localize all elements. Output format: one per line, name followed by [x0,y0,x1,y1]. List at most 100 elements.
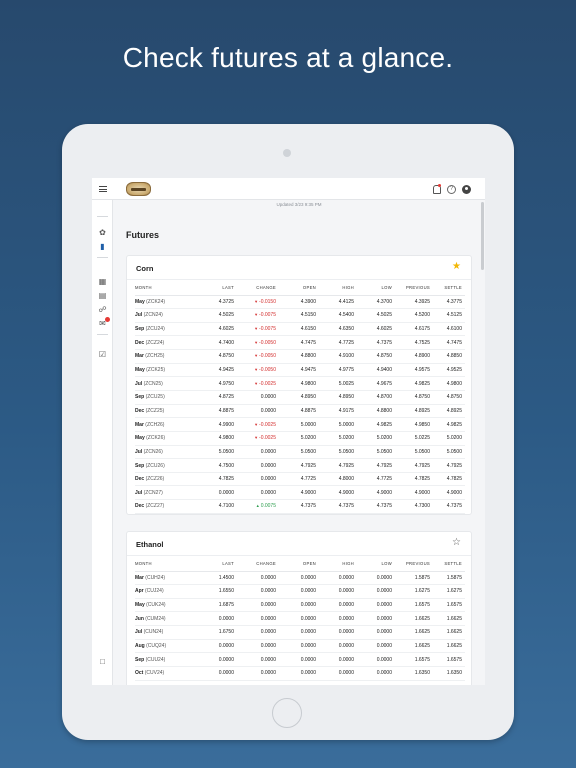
app-logo[interactable] [126,182,151,196]
contract-code: (ZCH26) [145,421,165,428]
column-header-previous[interactable]: PREVIOUS [395,280,433,296]
cell-month: Jul (CUN24) [135,625,201,640]
updated-timestamp: Updated 3/23 9:35 PM [276,202,322,207]
cell-high: 0.0000 [319,639,357,654]
table-row[interactable]: Dec (ZCZ27) 4.7100 ▲0.0075 4.7375 4.7375 4.73… [135,499,465,514]
table-header-row: MONTH LAST CHANGE OPEN HIGH LOW PREVIOUS… [135,556,465,572]
table-row[interactable]: May (ZCK25) 4.9425 ▼-0.0050 4.9475 4.9775 4.9… [135,363,465,378]
contract-month: Jul [135,312,143,319]
column-header-change[interactable]: CHANGE [237,556,279,572]
checklist-icon[interactable]: ☑ [98,350,107,359]
menu-icon[interactable] [99,186,107,192]
column-header-high[interactable]: HIGH [319,280,357,296]
cell-previous: 4.7525 [395,335,433,351]
cell-month: Mar (ZCH26) [135,417,201,432]
column-header-open[interactable]: OPEN [279,556,319,572]
table-row[interactable]: Jul (ZCN26) 5.0500 0.0000 5.0500 5.0500 5.050… [135,445,465,460]
chart-bars-icon[interactable]: ▮ [98,242,107,251]
top-bar: ? [92,178,485,200]
table-row[interactable]: Mar (CUH24) 1.4500 0.0000 0.0000 0.0000 0.000… [135,571,465,586]
contract-code: (ZCN25) [143,380,163,387]
cell-open: 4.9800 [279,376,319,391]
favorite-star-icon[interactable]: ★ [452,262,461,272]
table-row[interactable]: Jul (ZCN24) 4.5025 ▼-0.0075 4.5150 4.5400 4.5… [135,308,465,323]
cell-previous: 4.7925 [395,458,433,473]
cell-previous: 4.8750 [395,390,433,405]
table-row[interactable]: Sep (ZCU24) 4.6025 ▼-0.0075 4.6150 4.6350 4.6… [135,322,465,337]
column-header-previous[interactable]: PREVIOUS [395,556,433,572]
column-header-high[interactable]: HIGH [319,556,357,572]
cell-previous: 1.5875 [395,571,433,586]
table-row[interactable]: May (ZCK24) 4.3725 ▼-0.0150 4.3900 4.4125 4.3… [135,295,465,310]
cell-settle: 1.6625 [433,625,465,640]
table-row[interactable]: Jul (ZCN27) 0.0000 0.0000 4.9000 4.9000 4.900… [135,485,465,501]
table-row[interactable]: May (CUK24) 1.6875 0.0000 0.0000 0.0000 0.000… [135,598,465,613]
cell-low: 4.7375 [357,499,395,514]
certificate-icon[interactable]: ☍ [98,305,107,314]
table-row[interactable]: Mar (ZCH25) 4.8750 ▼-0.0050 4.8800 4.9100 4.8… [135,349,465,364]
contract-month: Oct [135,670,144,677]
cell-change: 0.0000 [237,485,279,501]
cell-open: 4.7475 [279,335,319,351]
mail-icon[interactable]: ✉ [98,317,110,328]
cell-month: Dec (ZCZ26) [135,472,201,487]
table-row[interactable]: Dec (ZCZ26) 4.7825 0.0000 4.7725 4.8000 4.772… [135,472,465,487]
column-header-month[interactable]: MONTH [135,280,201,296]
cell-change: ▼-0.0025 [237,417,279,432]
change-value: 0.0000 [260,615,276,622]
sprout-icon[interactable]: ✿ [98,228,107,237]
table-row[interactable]: May (ZCK26) 4.9800 ▼-0.0025 5.0200 5.0200 5.0… [135,431,465,446]
calendar-icon[interactable]: ▦ [98,277,107,286]
table-row[interactable]: Jul (ZCN25) 4.9750 ▼-0.0025 4.9800 5.0025 4.9… [135,376,465,391]
book-icon[interactable]: ▤ [98,291,107,300]
cell-open: 4.7375 [279,499,319,514]
document-icon[interactable]: □ [98,657,107,666]
column-header-low[interactable]: LOW [357,556,395,572]
column-header-settle[interactable]: SETTLE [433,556,465,572]
tablet-camera [283,149,291,157]
column-header-last[interactable]: LAST [201,280,237,296]
contract-month: Mar [135,574,144,581]
column-header-low[interactable]: LOW [357,280,395,296]
cell-high: 0.0000 [319,584,357,599]
contract-code: (ZCZ24) [145,339,165,346]
sidebar-divider [97,216,108,217]
cell-previous: 4.5200 [395,308,433,323]
column-header-settle[interactable]: SETTLE [433,280,465,296]
cell-last: 4.7500 [201,458,237,473]
table-row[interactable]: Aug (CUQ24) 0.0000 0.0000 0.0000 0.0000 0.000… [135,639,465,654]
contract-code: (ZCK25) [146,367,166,374]
column-header-last[interactable]: LAST [201,556,237,572]
contract-month: May [135,298,145,305]
cell-last: 0.0000 [201,485,237,501]
column-header-month[interactable]: MONTH [135,556,201,572]
user-account-icon[interactable] [462,184,471,194]
cell-high: 0.0000 [319,611,357,627]
notification-bell-icon[interactable] [432,184,441,194]
cell-open: 4.8875 [279,404,319,419]
column-header-open[interactable]: OPEN [279,280,319,296]
table-row[interactable]: Dec (ZCZ24) 4.7400 ▼-0.0050 4.7475 4.7725 4.7… [135,335,465,351]
table-row[interactable]: Sep (ZCU25) 4.8725 0.0000 4.8950 4.8950 4.870… [135,390,465,405]
contract-month: Dec [135,503,145,510]
cell-low: 4.3700 [357,295,395,310]
table-row[interactable]: Dec (ZCZ25) 4.8875 0.0000 4.8875 4.9175 4.880… [135,404,465,419]
cell-open: 5.0500 [279,445,319,460]
cell-change: 0.0000 [237,611,279,627]
table-row[interactable]: Jun (CUM24) 0.0000 0.0000 0.0000 0.0000 0.000… [135,611,465,627]
table-row[interactable]: Oct (CUV24) 0.0000 0.0000 0.0000 0.0000 0.000… [135,666,465,681]
help-icon[interactable]: ? [447,184,456,194]
column-header-change[interactable]: CHANGE [237,280,279,296]
table-row[interactable]: Sep (CUU24) 0.0000 0.0000 0.0000 0.0000 0.000… [135,652,465,667]
change-value: 0.0000 [260,462,276,469]
cell-open: 5.0200 [279,431,319,446]
cell-month: Mar (CUH24) [135,571,201,586]
table-row[interactable]: Jul (CUN24) 1.6750 0.0000 0.0000 0.0000 0.000… [135,625,465,640]
favorite-star-outline-icon[interactable]: ☆ [452,538,461,548]
scrollbar[interactable] [481,202,484,270]
change-value: 0.0000 [260,629,276,636]
table-row[interactable]: Mar (ZCH26) 4.9900 ▼-0.0025 5.0000 5.0000 4.9… [135,417,465,432]
table-row[interactable]: Sep (ZCU26) 4.7500 0.0000 4.7925 4.7925 4.792… [135,458,465,473]
contract-code: (ZCN24) [143,312,163,319]
table-row[interactable]: Apr (CUJ24) 1.6550 0.0000 0.0000 0.0000 0.000… [135,584,465,599]
